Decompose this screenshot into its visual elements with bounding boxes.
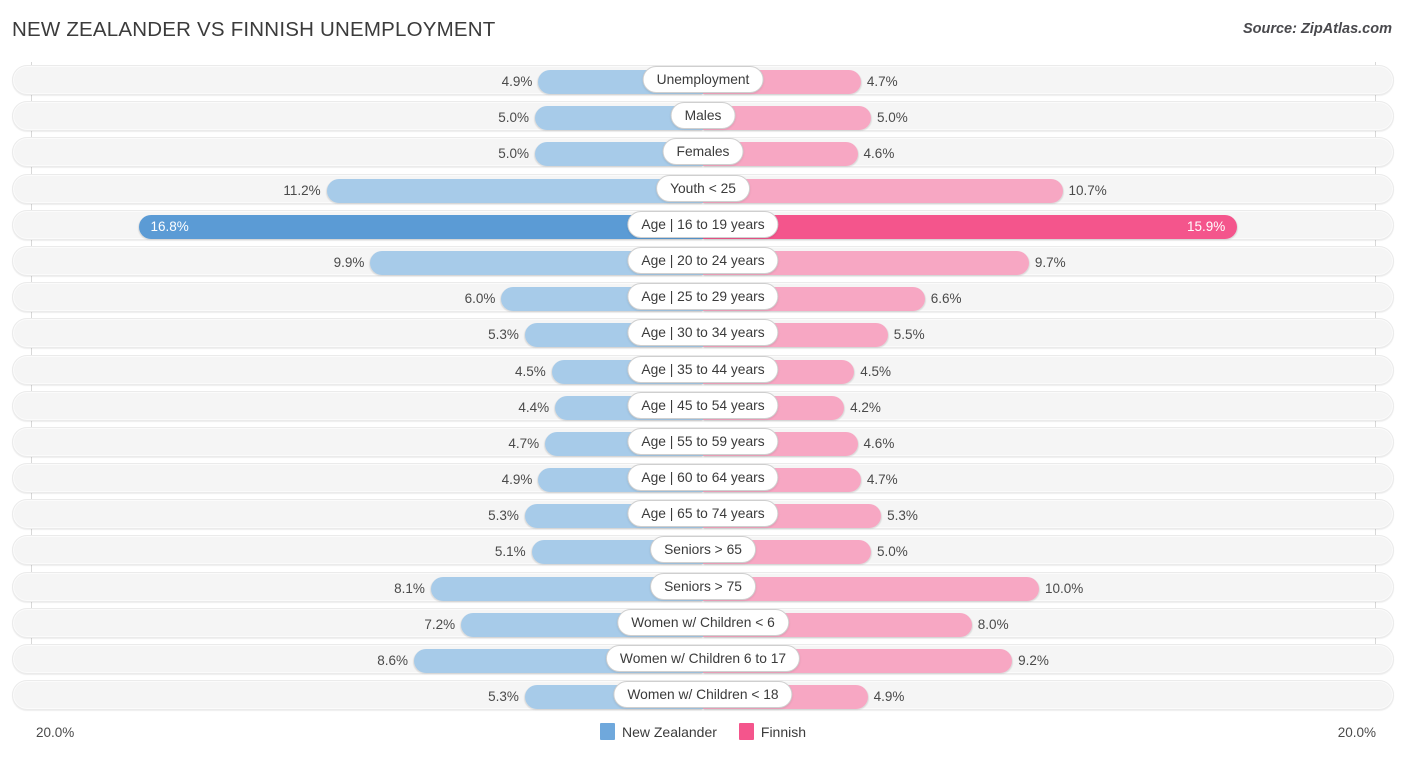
table-row[interactable]: 6.0% 6.6% Age | 25 to 29 years — [0, 279, 1406, 315]
row-label-pill[interactable]: Age | 65 to 74 years — [627, 500, 779, 528]
value-label-finnish: 5.3% — [887, 508, 918, 524]
chart-header: NEW ZEALANDER VS FINNISH UNEMPLOYMENT So… — [0, 0, 1406, 58]
value-label-finnish: 4.6% — [863, 435, 895, 451]
value-label-new-zealander: 5.3% — [488, 327, 519, 343]
legend-swatch-icon — [738, 723, 754, 740]
bar-finnish[interactable] — [703, 214, 1238, 239]
value-label-finnish: 5.5% — [893, 327, 925, 343]
row-label-pill[interactable]: Age | 60 to 64 years — [627, 464, 779, 492]
table-row[interactable]: 5.0% 4.6% Females — [0, 134, 1406, 170]
table-row[interactable]: 5.3% 4.9% Women w/ Children < 18 — [0, 677, 1406, 713]
row-label-pill[interactable]: Age | 45 to 54 years — [627, 391, 779, 419]
value-label-new-zealander: 5.1% — [494, 544, 526, 560]
value-label-new-zealander: 4.7% — [508, 435, 540, 451]
table-row[interactable]: 4.5% 4.5% Age | 35 to 44 years — [0, 352, 1406, 388]
table-row[interactable]: 16.8% 15.9% Age | 16 to 19 years — [0, 207, 1406, 243]
value-label-finnish: 10.7% — [1068, 182, 1107, 198]
table-row[interactable]: 4.9% 4.7% Unemployment — [0, 62, 1406, 98]
value-label-finnish: 6.6% — [930, 291, 962, 307]
legend-item[interactable]: New Zealander — [599, 723, 717, 740]
row-label-pill[interactable]: Females — [662, 138, 744, 166]
table-row[interactable]: 9.9% 9.7% Age | 20 to 24 years — [0, 243, 1406, 279]
value-label-finnish: 4.5% — [860, 363, 891, 379]
row-label-pill[interactable]: Age | 20 to 24 years — [627, 246, 779, 274]
value-label-new-zealander: 5.3% — [488, 689, 519, 705]
table-row[interactable]: 4.4% 4.2% Age | 45 to 54 years — [0, 388, 1406, 424]
bar-new-zealander[interactable] — [138, 214, 703, 239]
bar-rows-container: 4.9% 4.7% Unemployment 5.0% 5.0% Males 5.0% 4.6… — [0, 62, 1406, 713]
value-label-new-zealander: 6.0% — [464, 291, 496, 307]
value-label-finnish: 15.9% — [1186, 218, 1226, 234]
value-label-finnish: 5.0% — [877, 110, 908, 126]
bar-new-zealander[interactable] — [326, 178, 703, 203]
row-label-pill[interactable]: Youth < 25 — [656, 174, 750, 202]
row-label-pill[interactable]: Unemployment — [642, 66, 764, 93]
legend-label: New Zealander — [621, 723, 717, 740]
value-label-new-zealander: 5.0% — [498, 146, 529, 162]
value-label-finnish: 4.6% — [863, 146, 895, 162]
row-label-pill[interactable]: Age | 35 to 44 years — [627, 355, 779, 383]
table-row[interactable]: 8.6% 9.2% Women w/ Children 6 to 17 — [0, 641, 1406, 677]
row-label-pill[interactable]: Males — [670, 102, 736, 130]
table-row[interactable]: 4.7% 4.6% Age | 55 to 59 years — [0, 424, 1406, 460]
value-label-new-zealander: 4.9% — [501, 74, 533, 89]
table-row[interactable]: 7.2% 8.0% Women w/ Children < 6 — [0, 605, 1406, 641]
chart-footer: 20.0% 20.0% New Zealander Finnish — [0, 711, 1406, 757]
table-row[interactable]: 5.3% 5.5% Age | 30 to 34 years — [0, 315, 1406, 351]
row-label-pill[interactable]: Age | 30 to 34 years — [627, 319, 779, 347]
value-label-finnish: 9.2% — [1018, 653, 1049, 668]
table-row[interactable]: 8.1% 10.0% Seniors > 75 — [0, 569, 1406, 605]
row-label-pill[interactable]: Age | 16 to 19 years — [627, 210, 779, 238]
value-label-new-zealander: 4.5% — [515, 363, 546, 379]
source-attribution: Source: ZipAtlas.com — [1242, 21, 1392, 37]
row-label-pill[interactable]: Women w/ Children 6 to 17 — [605, 645, 801, 672]
row-label-pill[interactable]: Seniors > 65 — [650, 536, 756, 564]
value-label-new-zealander: 11.2% — [283, 182, 321, 198]
bar-finnish[interactable] — [703, 178, 1063, 203]
value-label-new-zealander: 4.9% — [501, 472, 533, 488]
legend-swatch-icon — [599, 723, 615, 740]
value-label-new-zealander: 9.9% — [333, 254, 365, 270]
chart-plot-area: 4.9% 4.7% Unemployment 5.0% 5.0% Males 5.0% 4.6… — [0, 62, 1406, 717]
value-label-finnish: 9.7% — [1034, 254, 1066, 270]
table-row[interactable]: 5.3% 5.3% Age | 65 to 74 years — [0, 496, 1406, 532]
row-label-pill[interactable]: Age | 55 to 59 years — [627, 427, 779, 455]
table-row[interactable]: 11.2% 10.7% Youth < 25 — [0, 171, 1406, 207]
chart-legend: New Zealander Finnish — [0, 723, 1406, 740]
legend-item[interactable]: Finnish — [738, 723, 807, 740]
legend-label: Finnish — [760, 723, 807, 740]
value-label-new-zealander: 8.1% — [394, 580, 425, 596]
value-label-finnish: 8.0% — [977, 616, 1009, 632]
value-label-new-zealander: 4.4% — [518, 399, 550, 415]
value-label-finnish: 4.7% — [866, 74, 898, 89]
value-label-finnish: 10.0% — [1045, 580, 1084, 596]
page-title: NEW ZEALANDER VS FINNISH UNEMPLOYMENT — [12, 18, 496, 41]
row-label-pill[interactable]: Age | 25 to 29 years — [627, 283, 779, 311]
table-row[interactable]: 5.0% 5.0% Males — [0, 98, 1406, 134]
value-label-new-zealander: 8.6% — [377, 653, 409, 668]
table-row[interactable]: 5.1% 5.0% Seniors > 65 — [0, 532, 1406, 568]
row-label-pill[interactable]: Women w/ Children < 6 — [617, 608, 789, 636]
row-label-pill[interactable]: Seniors > 75 — [650, 572, 756, 600]
value-label-finnish: 4.7% — [866, 472, 898, 488]
value-label-new-zealander: 5.0% — [498, 110, 529, 126]
value-label-new-zealander: 16.8% — [150, 218, 189, 234]
value-label-new-zealander: 7.2% — [424, 616, 456, 632]
row-label-pill[interactable]: Women w/ Children < 18 — [613, 681, 793, 709]
value-label-finnish: 5.0% — [877, 544, 908, 560]
value-label-finnish: 4.9% — [873, 689, 905, 705]
value-label-new-zealander: 5.3% — [488, 508, 519, 524]
table-row[interactable]: 4.9% 4.7% Age | 60 to 64 years — [0, 460, 1406, 496]
value-label-finnish: 4.2% — [850, 399, 881, 415]
